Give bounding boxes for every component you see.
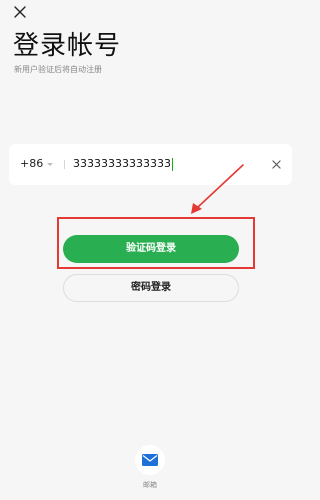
page-subtitle: 新用户验证后将自动注册 (14, 65, 102, 74)
divider (64, 160, 65, 169)
caret-down-icon (47, 162, 54, 166)
clear-icon (271, 159, 281, 169)
close-icon (14, 6, 26, 18)
country-code-selector[interactable]: +86 (20, 157, 54, 171)
login-page: 登录帐号 新用户验证后将自动注册 +86 33333333333333 验证码登… (0, 0, 300, 500)
phone-number-value: 33333333333333 (73, 157, 171, 170)
email-login-button[interactable] (135, 445, 165, 475)
clear-input-button[interactable] (270, 158, 282, 170)
close-button[interactable] (10, 2, 30, 22)
password-login-button[interactable]: 密码登录 (63, 274, 239, 302)
page-title: 登录帐号 (13, 31, 122, 61)
sms-login-button[interactable]: 验证码登录 (63, 235, 239, 263)
phone-input-card: +86 33333333333333 (9, 144, 292, 185)
country-code-label: +86 (20, 157, 44, 170)
text-caret (171, 157, 173, 171)
phone-number-field[interactable]: 33333333333333 (73, 157, 173, 171)
mail-icon (142, 454, 158, 466)
email-login-label: 邮箱 (143, 481, 157, 489)
